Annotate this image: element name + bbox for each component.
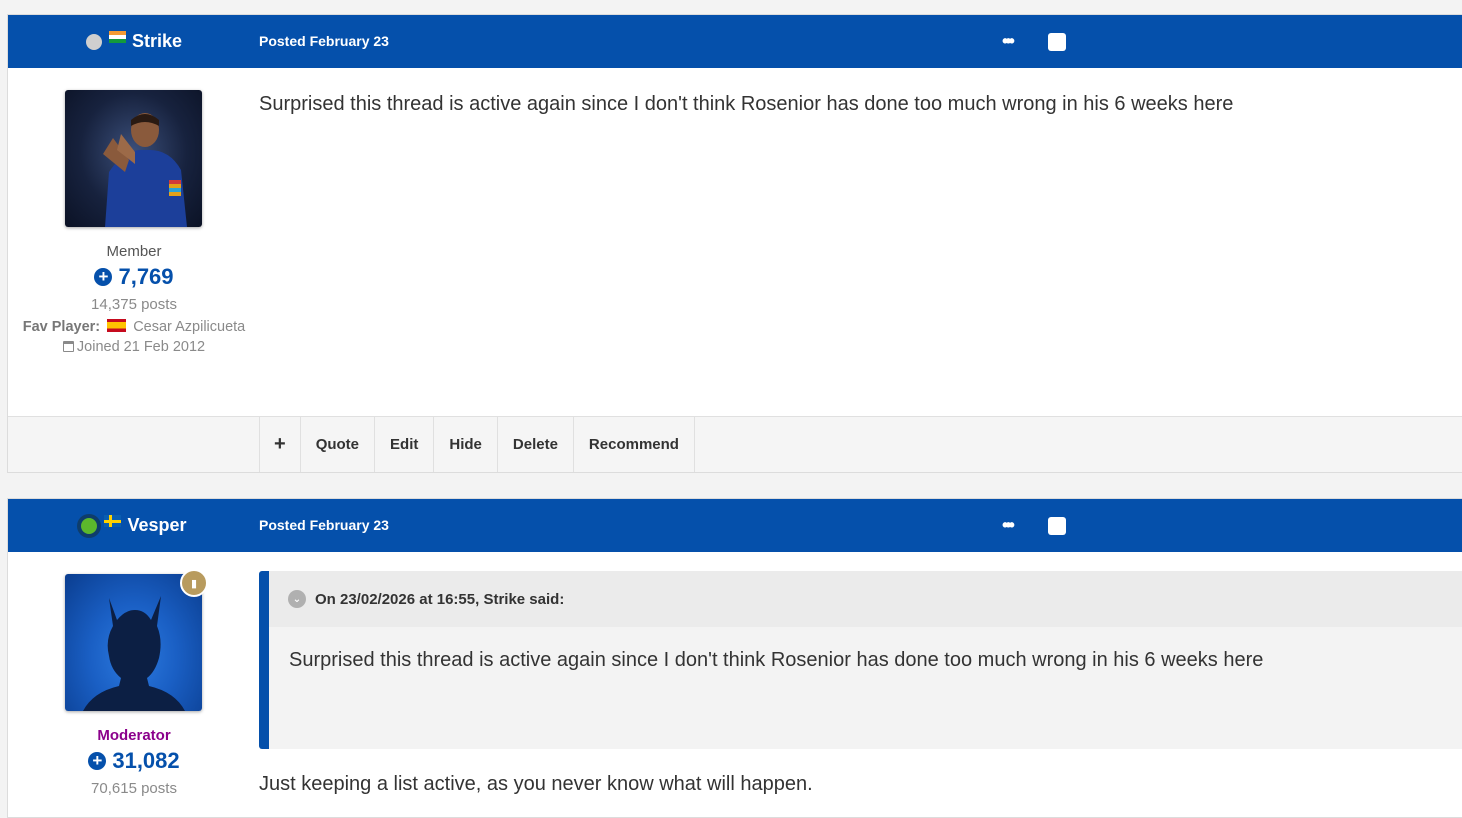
post-actions-bar: + Quote Edit Hide Delete Recommend — [8, 416, 1462, 472]
calendar-icon — [62, 341, 74, 352]
author-block: Strike — [8, 15, 260, 68]
quote-citation[interactable]: On 23/02/2026 at 16:55, Strike said: — [315, 591, 564, 608]
post-count: 14,375 posts — [91, 296, 177, 313]
player-avatar-image — [103, 113, 187, 227]
post-content: Surprised this thread is active again si… — [259, 93, 1234, 115]
author-block: Vesper — [8, 499, 260, 552]
offline-status-icon — [85, 33, 102, 50]
reputation[interactable]: + 31,082 — [8, 748, 260, 774]
quote-block: ⌄ On 23/02/2026 at 16:55, Strike said: S… — [259, 571, 1462, 749]
posted-date-link[interactable]: Posted February 23 — [259, 517, 389, 533]
online-status-icon — [81, 517, 98, 534]
post-2: Vesper Posted February 23 ••• ▮ Moderato… — [7, 498, 1462, 818]
fav-player-label: Fav Player: — [22, 319, 101, 335]
actions-list: + Quote Edit Hide Delete Recommend — [259, 417, 695, 472]
select-post-checkbox[interactable] — [1048, 517, 1066, 535]
author-name-link[interactable]: Vesper — [127, 515, 186, 536]
multiquote-plus-button[interactable]: + — [260, 417, 301, 472]
more-options-icon[interactable]: ••• — [1002, 516, 1015, 534]
chevron-down-icon[interactable]: ⌄ — [288, 590, 306, 608]
more-options-icon[interactable]: ••• — [1002, 32, 1015, 50]
quote-button[interactable]: Quote — [301, 417, 376, 472]
avatar[interactable] — [65, 90, 202, 227]
recommend-button[interactable]: Recommend — [574, 417, 695, 472]
posted-date-link[interactable]: Posted February 23 — [259, 33, 389, 49]
plus-circle-icon: + — [94, 268, 113, 286]
avatar[interactable] — [65, 574, 202, 711]
spain-flag-icon — [107, 319, 127, 332]
post-content: Just keeping a list active, as you never… — [259, 773, 813, 795]
joined-text: Joined 21 Feb 2012 — [76, 339, 206, 355]
edit-button[interactable]: Edit — [375, 417, 435, 472]
quote-text: Surprised this thread is active again si… — [289, 649, 1264, 671]
author-sidebar: Member + 7,769 14,375 posts Fav Player: … — [8, 243, 260, 355]
select-post-checkbox[interactable] — [1048, 33, 1066, 51]
sweden-flag-icon — [104, 514, 122, 527]
moderator-badge-icon: ▮ — [180, 569, 208, 597]
joined-date: Joined 21 Feb 2012 — [8, 339, 260, 355]
author-name-link[interactable]: Strike — [132, 31, 182, 52]
fav-player: Fav Player: Cesar Azpilicueta — [8, 319, 260, 335]
member-role: Member — [106, 243, 162, 260]
india-flag-icon — [108, 30, 126, 43]
plus-circle-icon: + — [88, 752, 107, 770]
author-sidebar: Moderator + 31,082 70,615 posts — [8, 727, 260, 797]
hide-button[interactable]: Hide — [434, 417, 498, 472]
post-count: 70,615 posts — [91, 780, 177, 797]
post-header: Vesper Posted February 23 ••• — [8, 499, 1462, 552]
post-header: Strike Posted February 23 ••• — [8, 15, 1462, 68]
reputation-value: 7,769 — [118, 264, 174, 289]
delete-button[interactable]: Delete — [498, 417, 574, 472]
silhouette-avatar-image — [83, 596, 185, 711]
post-1: Strike Posted February 23 ••• Member + 7… — [7, 14, 1462, 473]
fav-player-name: Cesar Azpilicueta — [133, 319, 246, 335]
quote-header: ⌄ On 23/02/2026 at 16:55, Strike said: — [269, 571, 1462, 627]
reputation[interactable]: + 7,769 — [8, 264, 260, 290]
moderator-role: Moderator — [97, 727, 171, 744]
reputation-value: 31,082 — [112, 748, 180, 773]
